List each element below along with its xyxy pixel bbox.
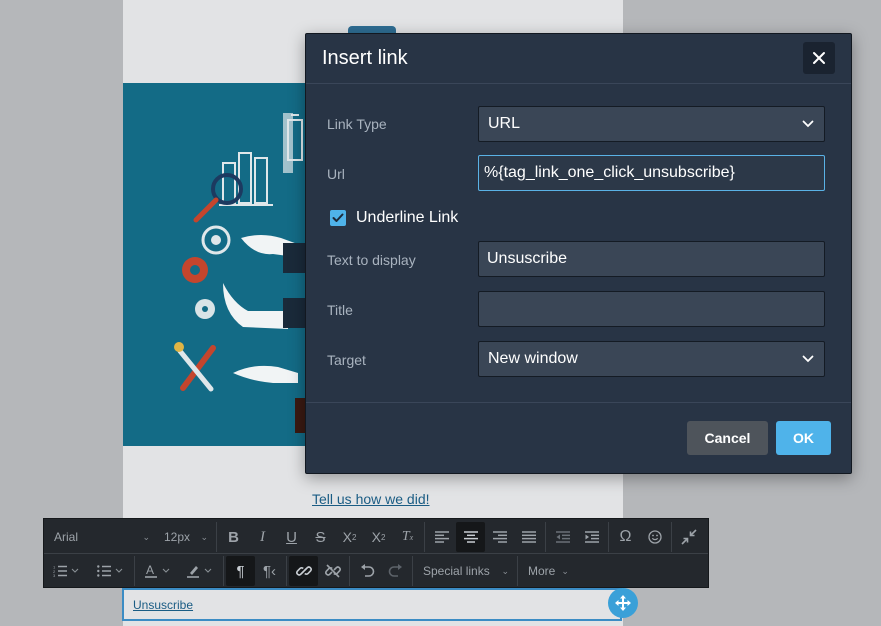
close-icon — [813, 52, 825, 64]
toolbar-separator — [134, 556, 135, 586]
toolbar-separator — [223, 556, 224, 586]
unlink-icon[interactable] — [318, 556, 347, 586]
more-dropdown[interactable]: More ⌄ — [520, 556, 574, 586]
link-type-select[interactable]: URL — [478, 106, 825, 142]
text-color-icon[interactable]: A — [137, 556, 179, 586]
collapse-icon[interactable] — [674, 522, 703, 552]
toolbar-separator — [286, 556, 287, 586]
strikethrough-icon[interactable]: S — [306, 522, 335, 552]
toolbar-separator — [608, 522, 609, 552]
url-label: Url — [327, 166, 345, 182]
toolbar-separator — [349, 556, 350, 586]
text-to-display-label: Text to display — [327, 252, 416, 268]
close-button[interactable] — [803, 42, 835, 74]
clear-format-icon[interactable]: Tx — [393, 522, 422, 552]
toolbar-separator — [424, 522, 425, 552]
outdent-icon[interactable] — [548, 522, 577, 552]
chevron-down-icon: ⌄ — [561, 565, 569, 576]
target-value: New window — [488, 350, 578, 367]
indent-icon[interactable] — [577, 522, 606, 552]
chevron-down-icon: ⌄ — [501, 565, 509, 576]
bold-icon[interactable]: B — [219, 522, 248, 552]
insert-link-dialog: Insert link Link Type URL Url %{tag_link… — [305, 33, 852, 474]
ltr-icon[interactable]: ¶ — [226, 556, 255, 586]
rich-text-toolbar: Arial ⌄ 12px ⌄ B I U S X2 X2 Tx Ω 1 2 3 … — [43, 518, 709, 588]
bullet-list-icon[interactable] — [88, 556, 132, 586]
omega-icon[interactable]: Ω — [611, 522, 640, 552]
link-icon[interactable] — [289, 556, 318, 586]
special-links-dropdown[interactable]: Special links ⌄ — [415, 556, 515, 586]
redo-icon[interactable] — [381, 556, 410, 586]
align-right-icon[interactable] — [485, 522, 514, 552]
move-icon[interactable] — [608, 588, 638, 618]
link-type-value: URL — [488, 115, 521, 132]
ok-button[interactable]: OK — [776, 421, 831, 455]
dialog-header: Insert link — [306, 34, 851, 84]
link-type-label: Link Type — [327, 116, 387, 132]
selected-text-block[interactable]: Unsuscribe — [122, 588, 622, 621]
align-left-icon[interactable] — [427, 522, 456, 552]
emoji-icon[interactable] — [640, 522, 669, 552]
text-to-display-input[interactable]: Unsuscribe — [478, 241, 825, 277]
chevron-down-icon — [802, 120, 814, 128]
toolbar-separator — [412, 556, 413, 586]
url-value: %{tag_link_one_click_unsubscribe} — [484, 164, 735, 181]
url-input[interactable]: %{tag_link_one_click_unsubscribe} — [478, 155, 825, 191]
target-label: Target — [327, 352, 366, 368]
underline-icon[interactable]: U — [277, 522, 306, 552]
font-family-value: Arial — [54, 530, 79, 544]
font-family-select[interactable]: Arial ⌄ — [44, 522, 156, 552]
title-input[interactable] — [478, 291, 825, 327]
svg-text:A: A — [146, 564, 154, 577]
target-select[interactable]: New window — [478, 341, 825, 377]
chevron-down-icon: ⌄ — [200, 531, 208, 542]
rtl-icon[interactable]: ¶‹ — [255, 556, 284, 586]
special-links-label: Special links — [423, 564, 490, 578]
title-label: Title — [327, 302, 353, 318]
chevron-down-icon: ⌄ — [142, 531, 150, 542]
toolbar-separator — [216, 522, 217, 552]
svg-text:3: 3 — [53, 573, 56, 577]
unsubscribe-link-text[interactable]: Unsuscribe — [133, 598, 193, 612]
cancel-button[interactable]: Cancel — [687, 421, 768, 455]
toolbar-separator — [517, 556, 518, 586]
toolbar-separator — [545, 522, 546, 552]
numbered-list-icon[interactable]: 123 — [44, 556, 88, 586]
superscript-icon[interactable]: X2 — [335, 522, 364, 552]
undo-icon[interactable] — [352, 556, 381, 586]
underline-link-label[interactable]: Underline Link — [356, 209, 458, 227]
toolbar-separator — [671, 522, 672, 552]
dialog-title: Insert link — [322, 47, 408, 69]
checkmark-icon — [332, 213, 344, 222]
font-size-value: 12px — [164, 530, 191, 544]
align-justify-icon[interactable] — [514, 522, 543, 552]
italic-icon[interactable]: I — [248, 522, 277, 552]
feedback-link[interactable]: Tell us how we did! — [312, 491, 430, 507]
highlight-icon[interactable] — [179, 556, 221, 586]
toolbar-row-1: Arial ⌄ 12px ⌄ B I U S X2 X2 Tx Ω — [44, 520, 703, 554]
text-to-display-value: Unsuscribe — [487, 250, 568, 267]
font-size-select[interactable]: 12px ⌄ — [156, 522, 214, 552]
toolbar-row-2: 123 A ¶ ¶‹ Special links ⌄ More ⌄ — [44, 554, 574, 588]
dialog-footer-divider — [306, 402, 851, 403]
align-center-icon[interactable] — [456, 522, 485, 552]
chevron-down-icon — [802, 355, 814, 363]
underline-link-checkbox[interactable] — [330, 210, 346, 226]
subscript-icon[interactable]: X2 — [364, 522, 393, 552]
more-label: More — [528, 564, 556, 578]
